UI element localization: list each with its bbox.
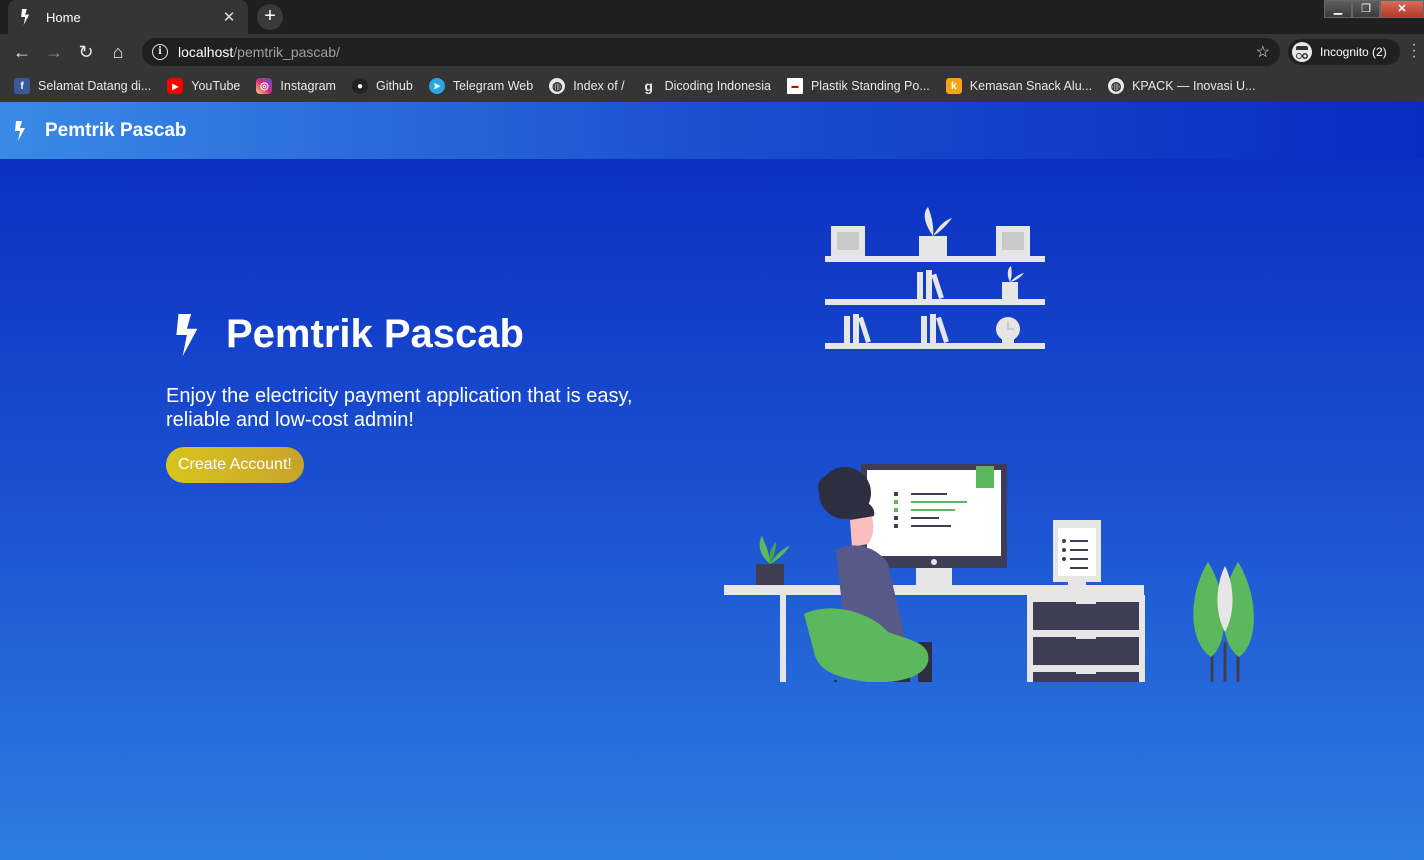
url-path: /pemtrik_pascab/ — [233, 44, 340, 60]
dicoding-icon: g — [644, 78, 653, 94]
bookmark-item[interactable]: ▶ YouTube — [167, 78, 240, 94]
bookmark-label: Selamat Datang di... — [38, 79, 152, 93]
chair — [804, 608, 929, 682]
forward-icon[interactable]: → — [42, 40, 66, 64]
bookmark-label: Dicoding Indonesia — [664, 79, 771, 93]
bookmark-item[interactable]: ◎ Instagram — [256, 78, 336, 94]
info-icon[interactable]: i — [152, 44, 168, 60]
plastik-icon: ▬ — [786, 78, 803, 94]
bookmark-label: YouTube — [191, 79, 241, 93]
youtube-icon: ▶ — [167, 78, 184, 94]
bolt-icon — [176, 313, 198, 356]
bookmark-label: Index of / — [573, 79, 625, 93]
tab-strip: Home ✕ + ▁ ❐ ✕ — [0, 0, 1424, 34]
create-account-button[interactable]: Create Account! — [166, 447, 304, 483]
bookmark-item[interactable]: ➤ Telegram Web — [428, 78, 534, 94]
url-host: localhost — [178, 44, 234, 60]
bookmark-item[interactable]: ◍ KPACK — Inovasi U... — [1108, 78, 1256, 94]
bookshelf — [825, 207, 1045, 349]
bookmark-item[interactable]: g Dicoding Indonesia — [641, 78, 771, 94]
site-navbar: Pemtrik Pascab — [0, 102, 1424, 159]
back-icon[interactable]: ← — [10, 40, 34, 64]
hero-title: Pemtrik Pascab — [174, 312, 524, 357]
reload-icon[interactable]: ↻ — [74, 40, 98, 64]
close-tab-icon[interactable]: ✕ — [220, 8, 238, 26]
bookmark-label: Plastik Standing Po... — [810, 79, 930, 93]
home-icon[interactable]: ⌂ — [106, 40, 130, 64]
tab-home[interactable]: Home ✕ — [8, 0, 248, 34]
desk-plant — [756, 536, 790, 585]
globe-icon: ◍ — [1108, 78, 1125, 94]
menu-dots-icon[interactable]: · · · — [1410, 37, 1418, 65]
incognito-icon — [1292, 42, 1312, 62]
floor-plant — [1193, 562, 1254, 682]
bookmark-label: KPACK — Inovasi U... — [1132, 79, 1256, 93]
tab-title: Home — [46, 9, 81, 25]
new-tab-button[interactable]: + — [257, 4, 283, 30]
facebook-icon: f — [14, 78, 30, 94]
bookmark-item[interactable]: k Kemasan Snack Alu... — [945, 78, 1093, 94]
workspace-illustration — [724, 207, 1254, 682]
bolt-icon[interactable] — [14, 120, 28, 141]
restore-button[interactable]: ❐ — [1352, 0, 1380, 18]
github-icon: ● — [351, 78, 368, 94]
address-bar[interactable]: i localhost/pemtrik_pascab/ ☆ — [142, 38, 1280, 66]
telegram-icon: ➤ — [428, 78, 445, 94]
navbar-brand[interactable]: Pemtrik Pascab — [45, 120, 187, 142]
bookmark-item[interactable]: ◍ Index of / — [549, 78, 625, 94]
minimize-button[interactable]: ▁ — [1324, 0, 1352, 18]
browser-toolbar: ← → ↻ ⌂ i localhost/pemtrik_pascab/ ☆ In… — [0, 34, 1424, 70]
hero-heading: Pemtrik Pascab — [226, 312, 524, 356]
window-controls: ▁ ❐ ✕ — [1324, 0, 1424, 18]
instagram-icon: ◎ — [256, 78, 273, 94]
bolt-icon — [21, 9, 30, 25]
bookmark-label: Kemasan Snack Alu... — [969, 79, 1093, 93]
kemasan-icon: k — [945, 78, 962, 94]
incognito-badge[interactable]: Incognito (2) — [1288, 39, 1400, 65]
bookmark-label: Instagram — [280, 79, 336, 93]
bookmark-label: Telegram Web — [452, 79, 534, 93]
bookmark-star-icon[interactable]: ☆ — [1256, 42, 1270, 62]
bookmarks-bar: f Selamat Datang di... ▶ YouTube ◎ Insta… — [0, 70, 1424, 102]
hero-subtitle: Enjoy the electricity payment applicatio… — [166, 385, 633, 431]
close-window-button[interactable]: ✕ — [1380, 0, 1424, 18]
bookmark-item[interactable]: f Selamat Datang di... — [14, 78, 151, 94]
bookmark-item[interactable]: ● Github — [351, 78, 413, 94]
incognito-label: Incognito (2) — [1320, 45, 1387, 59]
globe-icon: ◍ — [549, 78, 566, 94]
bookmark-label: Github — [375, 79, 413, 93]
bookmark-item[interactable]: ▬ Plastik Standing Po... — [786, 78, 930, 94]
page-content: Pemtrik Pascab Pemtrik Pascab Enjoy the … — [0, 102, 1424, 860]
